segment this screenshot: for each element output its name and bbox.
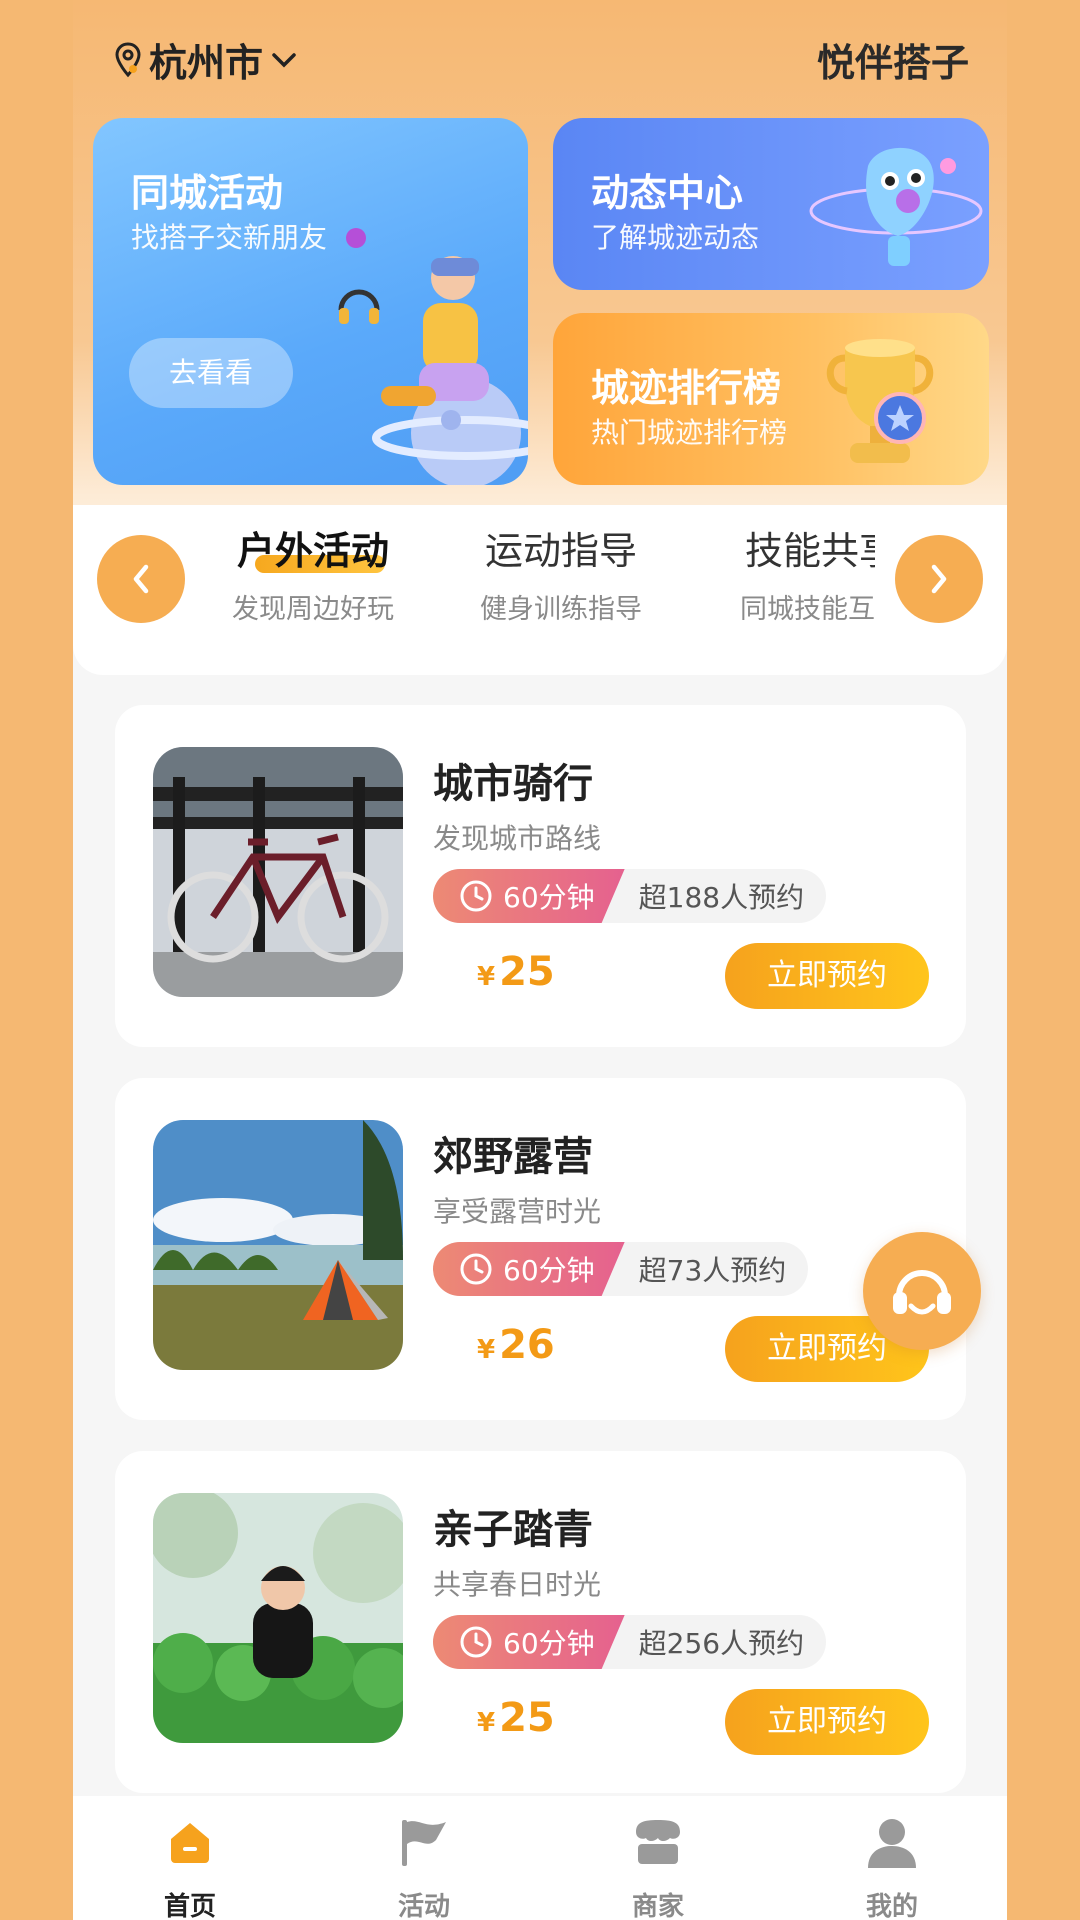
booked-count: 超256人预约 [638,1627,805,1660]
item-price: ¥ 25 [477,949,555,995]
chevron-down-icon [272,52,296,67]
tab-title-wrap: 户外活动 [203,525,423,577]
tab-outdoor[interactable]: 户外活动 发现周边好玩 [203,525,423,626]
chevron-left-icon [133,564,149,594]
item-meta: 60分钟 超256人预约 [433,1615,827,1669]
tab-skill-subtitle: 同城技能互助 [740,594,875,625]
top-header: 杭州市 悦伴搭子 [73,0,1007,118]
ranking-subtitle: 热门城迹排行榜 [591,416,788,449]
tab-skill[interactable]: 技能共享 同城技能互助 [711,525,875,626]
tab-sport[interactable]: 运动指导 健身训练指导 [451,525,671,626]
list-item[interactable]: 城市骑行 发现城市路线 60分钟 超188人预约 ¥ 25 立即预约 [115,705,966,1047]
currency-symbol: ¥ [477,962,496,992]
list-item[interactable]: 郊野露营 享受露营时光 60分钟 超73人预约 ¥ 26 立即预约 [115,1078,966,1420]
camping-photo [153,1120,403,1370]
customer-service-button[interactable] [863,1232,981,1350]
headset-icon [893,1270,951,1315]
city-activity-card[interactable]: 同城活动 找搭子交新朋友 去看看 [93,118,528,485]
item-thumbnail [153,747,403,997]
flag-icon [402,1820,446,1866]
city-activity-title: 同城活动 [131,171,284,215]
vr-astronaut-illustration [338,228,528,485]
tabbar-home[interactable]: 首页 [73,1812,307,1920]
tabbar-merchant-label: 商家 [631,1892,684,1920]
duration-text: 60分钟 [503,1627,595,1660]
duration-badge: 60分钟 [433,1242,625,1296]
ranking-title: 城迹排行榜 [591,366,782,410]
price-value: 25 [499,949,555,995]
item-meta: 60分钟 超73人预约 [433,1242,809,1296]
duration-text: 60分钟 [503,1254,595,1287]
price-value: 25 [499,1695,555,1741]
item-subtitle: 享受露营时光 [433,1195,602,1228]
prev-category-button[interactable] [97,535,185,623]
clock-icon [460,880,492,912]
booked-count: 超73人预约 [638,1254,787,1287]
city-name: 杭州市 [149,41,264,85]
book-now-button[interactable]: 立即预约 [725,943,929,1009]
app-screen: 杭州市 悦伴搭子 同城活动 找搭子交新朋友 去看看 动态中心 了解城迹动态 城迹… [73,0,1007,1920]
book-now-button[interactable]: 立即预约 [725,1689,929,1755]
item-title: 郊野露营 [433,1134,593,1180]
shop-icon [636,1820,680,1864]
bottom-tab-bar: 首页 活动 商家 我的 [73,1796,1007,1920]
dynamic-center-card[interactable]: 动态中心 了解城迹动态 [553,118,989,290]
tabbar-merchant[interactable]: 商家 [541,1812,775,1920]
tab-outdoor-title: 户外活动 [236,529,389,573]
tab-sport-title: 运动指导 [484,529,637,573]
item-title: 城市骑行 [433,761,593,807]
item-title: 亲子踏青 [433,1507,593,1553]
brand-title: 悦伴搭子 [816,41,969,85]
duration-text: 60分钟 [503,881,595,914]
category-tabs-panel: 户外活动 发现周边好玩 运动指导 健身训练指导 技能共享 同城技能互助 [73,505,1007,675]
trophy-icon [826,339,934,463]
category-tabs: 户外活动 发现周边好玩 运动指导 健身训练指导 技能共享 同城技能互助 [203,525,875,635]
duration-badge: 60分钟 [433,869,625,923]
tab-outdoor-subtitle: 发现周边好玩 [232,594,394,625]
tabbar-mine[interactable]: 我的 [775,1812,1007,1920]
tabbar-mine-label: 我的 [865,1892,918,1920]
tabbar-activity[interactable]: 活动 [307,1812,541,1920]
tab-skill-title: 技能共享 [744,529,875,573]
duration-badge: 60分钟 [433,1615,625,1669]
currency-symbol: ¥ [477,1708,496,1738]
child-spring-outing-photo [153,1493,403,1743]
alien-planet-illustration [809,147,983,266]
list-item[interactable]: 亲子踏青 共享春日时光 60分钟 超256人预约 ¥ 25 立即预约 [115,1451,966,1793]
clock-icon [460,1253,492,1285]
item-thumbnail [153,1493,403,1743]
chevron-right-icon [931,564,947,594]
home-icon [171,1823,209,1863]
item-subtitle: 发现城市路线 [433,822,602,855]
item-subtitle: 共享春日时光 [433,1568,602,1601]
go-see-button[interactable]: 去看看 [129,338,293,408]
tab-sport-subtitle: 健身训练指导 [480,594,642,625]
item-price: ¥ 26 [477,1322,555,1368]
ranking-card[interactable]: 城迹排行榜 热门城迹排行榜 [553,313,989,485]
tabbar-home-label: 首页 [163,1892,216,1920]
user-icon [868,1819,916,1868]
location-pin-icon [115,41,141,77]
tabbar-activity-label: 活动 [397,1892,450,1920]
item-price: ¥ 25 [477,1695,555,1741]
currency-symbol: ¥ [477,1335,496,1365]
city-selector[interactable]: 杭州市 [113,32,299,87]
booked-count: 超188人预约 [638,881,805,914]
city-activity-subtitle: 找搭子交新朋友 [131,221,328,254]
price-value: 26 [499,1322,555,1368]
dynamic-center-title: 动态中心 [591,171,744,215]
clock-icon [460,1626,492,1658]
item-meta: 60分钟 超188人预约 [433,869,827,923]
next-category-button[interactable] [895,535,983,623]
dynamic-center-subtitle: 了解城迹动态 [591,221,760,254]
item-thumbnail [153,1120,403,1370]
bicycle-photo [153,747,403,997]
